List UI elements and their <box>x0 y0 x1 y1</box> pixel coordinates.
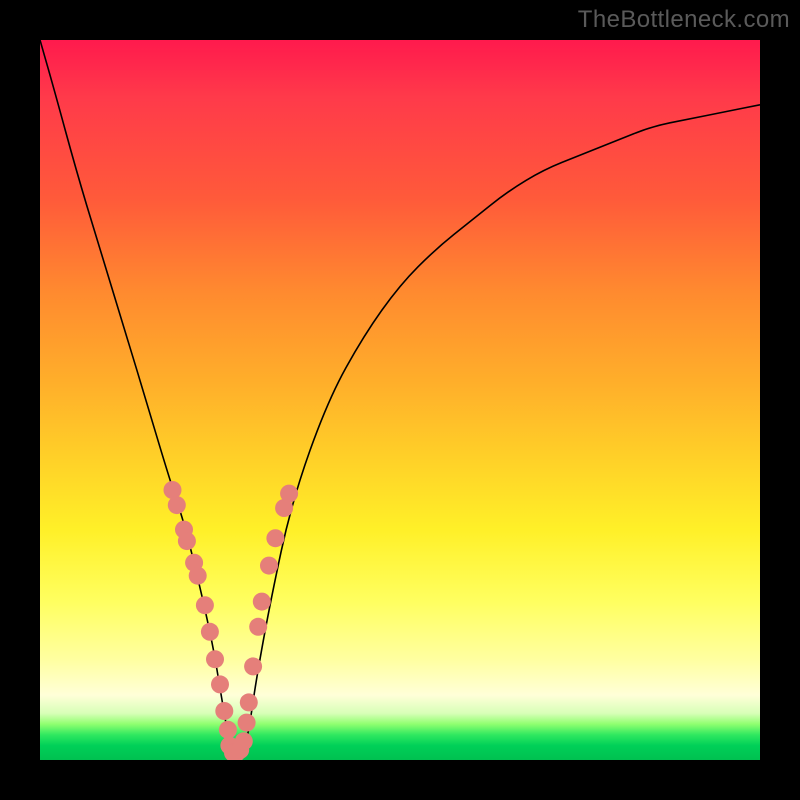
data-point <box>196 596 214 614</box>
data-point <box>235 732 253 750</box>
data-point <box>253 593 271 611</box>
data-point <box>240 693 258 711</box>
data-point <box>211 675 229 693</box>
data-point <box>201 623 219 641</box>
data-point <box>219 721 237 739</box>
data-point <box>206 650 224 668</box>
data-point <box>244 657 262 675</box>
watermark-text: TheBottleneck.com <box>578 6 790 34</box>
data-point <box>164 481 182 499</box>
data-point <box>260 557 278 575</box>
data-point <box>178 532 196 550</box>
data-points <box>164 481 299 760</box>
data-point <box>238 714 256 732</box>
data-point <box>280 485 298 503</box>
chart-frame: TheBottleneck.com <box>0 0 800 800</box>
data-point <box>168 496 186 514</box>
chart-svg <box>40 40 760 760</box>
data-point <box>189 567 207 585</box>
bottleneck-curve <box>40 40 760 760</box>
data-point <box>249 618 267 636</box>
data-point <box>266 529 284 547</box>
data-point <box>215 702 233 720</box>
